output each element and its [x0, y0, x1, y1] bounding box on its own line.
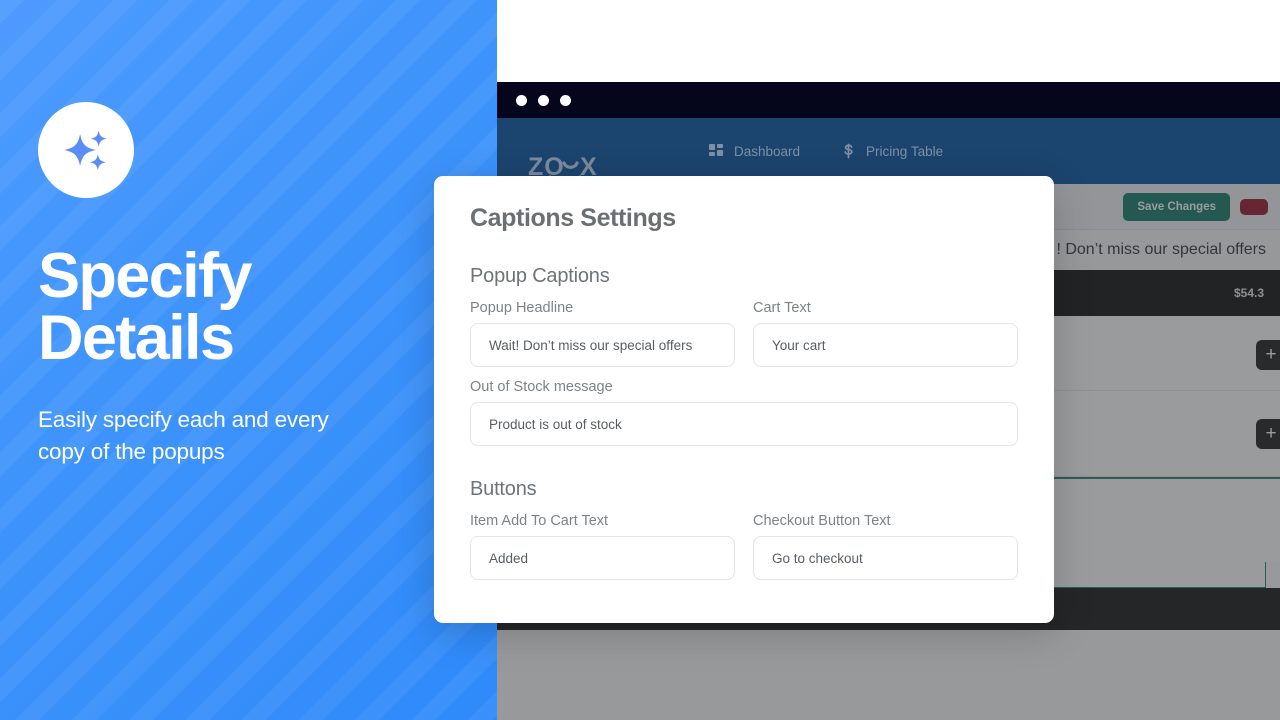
field-row: Item Add To Cart Text Checkout Button Te… [470, 513, 1018, 580]
field-label: Popup Headline [470, 300, 574, 316]
window-maximize-dot[interactable] [560, 94, 571, 106]
out-of-stock-message-input[interactable] [470, 402, 1018, 446]
window-minimize-dot[interactable] [538, 94, 549, 106]
field-out-of-stock-message: Out of Stock message [470, 379, 1018, 446]
nav-item-pricing-table[interactable]: Pricing Table [840, 143, 943, 159]
sparkles-icon [64, 130, 107, 171]
window-close-dot[interactable] [516, 94, 527, 106]
cart-text-input[interactable] [753, 323, 1018, 367]
modal-title: Captions Settings [470, 204, 676, 232]
captions-settings-modal: Captions Settings Popup Captions Popup H… [434, 176, 1054, 623]
field-label: Item Add To Cart Text [470, 513, 609, 529]
promo-title: Specify Details [38, 241, 458, 374]
section-heading-popup-captions: Popup Captions [470, 265, 610, 287]
window-titlebar [496, 82, 1280, 118]
promo-subtitle: Easily specify each and every copy of th… [38, 407, 329, 464]
promo-title-line2: Details [38, 303, 235, 374]
field-row: Out of Stock message [470, 379, 1018, 446]
sparkles-badge [38, 102, 134, 198]
field-checkout-button-text: Checkout Button Text [753, 513, 1018, 580]
dollar-icon [840, 143, 856, 159]
field-cart-text: Cart Text [753, 300, 1018, 367]
nav-item-label: Dashboard [734, 143, 801, 159]
app-navbar: ZO X Dashboard Pricing Table [496, 118, 1280, 188]
nav-item-label: Pricing Table [866, 143, 944, 159]
field-popup-headline: Popup Headline [470, 300, 735, 367]
field-label: Checkout Button Text [753, 513, 891, 529]
checkout-button-text-input[interactable] [753, 536, 1018, 580]
grid-icon [708, 143, 724, 159]
promo-title-line1: Specify [38, 241, 253, 311]
navbar-links: Dashboard Pricing Table [708, 143, 943, 159]
item-add-to-cart-text-input[interactable] [470, 536, 735, 580]
field-label: Out of Stock message [470, 379, 613, 395]
promo-panel: Specify Details Easily specify each and … [0, 0, 497, 720]
popup-headline-input[interactable] [470, 323, 735, 367]
section-heading-buttons: Buttons [470, 478, 537, 500]
field-row: Popup Headline Cart Text [470, 300, 1018, 367]
field-item-add-to-cart-text: Item Add To Cart Text [470, 513, 735, 580]
field-label: Cart Text [753, 300, 811, 316]
nav-item-dashboard[interactable]: Dashboard [708, 143, 800, 159]
